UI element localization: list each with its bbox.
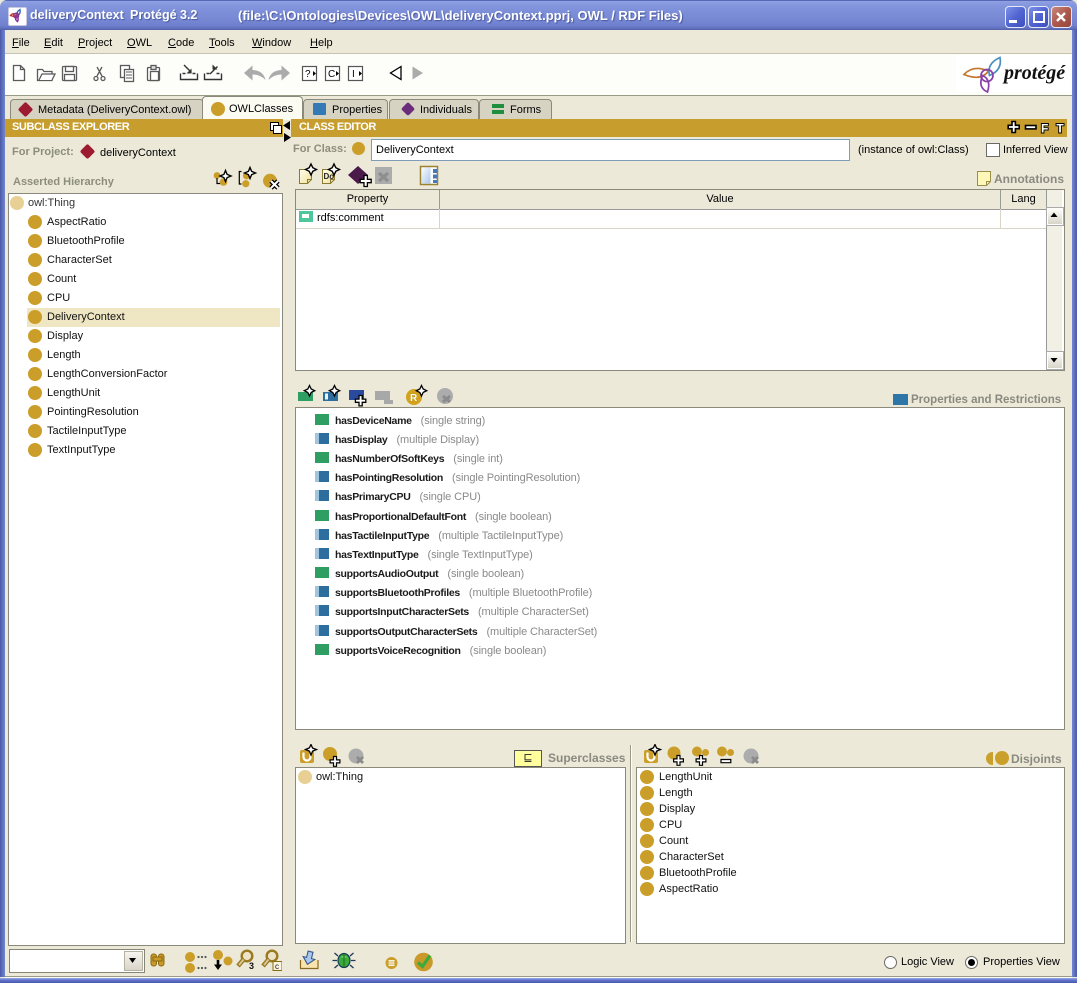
svg-text:?: ? xyxy=(305,69,311,80)
svg-text:FT: FT xyxy=(1041,122,1067,136)
svg-text:I: I xyxy=(352,69,355,80)
svg-text:c: c xyxy=(275,962,279,971)
svg-text:C: C xyxy=(328,69,335,80)
svg-text:3: 3 xyxy=(249,961,254,971)
svg-text:R: R xyxy=(410,393,418,404)
